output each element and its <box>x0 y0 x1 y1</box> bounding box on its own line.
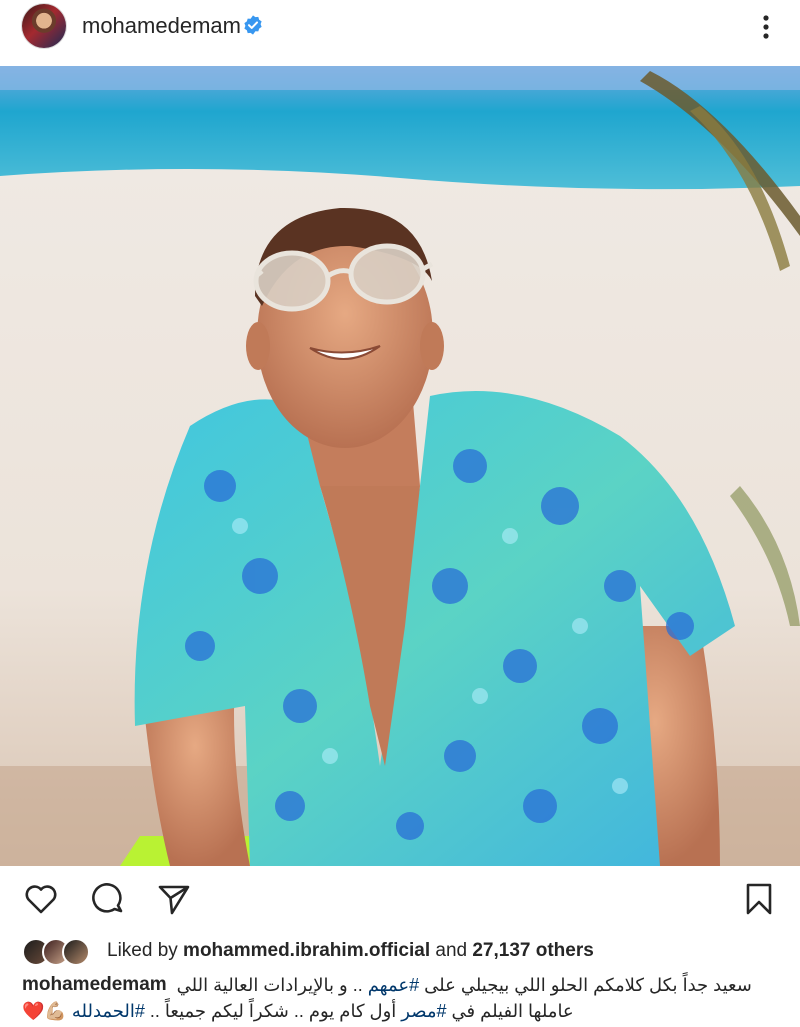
bookmark-icon[interactable] <box>741 881 777 917</box>
avatar <box>62 938 90 966</box>
photo-illustration <box>0 66 800 866</box>
caption-line-1: mohamedemam سعيد جداً بكل كلامكم الحلو ا… <box>22 972 782 998</box>
hashtag-link[interactable]: #مصر <box>401 1001 446 1021</box>
liker-avatars[interactable] <box>22 938 98 966</box>
comment-icon[interactable] <box>90 881 126 917</box>
more-vertical-icon[interactable] <box>756 10 776 44</box>
send-icon[interactable] <box>156 881 192 917</box>
caption-line-2: عاملها الفيلم في #مصر أول كام يوم .. شكر… <box>22 998 782 1024</box>
likes-prefix: Liked by <box>107 940 184 961</box>
post-photo[interactable] <box>0 66 800 866</box>
liker-username[interactable]: mohammed.ibrahim.official <box>183 940 430 961</box>
hashtag-link[interactable]: #الحمدلله <box>72 1001 145 1021</box>
caption-segment: عاملها الفيلم في <box>446 1001 574 1021</box>
caption: mohamedemam سعيد جداً بكل كلامكم الحلو ا… <box>22 972 782 1024</box>
caption-text-1: سعيد جداً بكل كلامكم الحلو اللي بيجيلي ع… <box>177 972 752 998</box>
heart-outline-icon[interactable] <box>23 881 59 917</box>
likes-row: Liked by mohammed.ibrahim.official and 2… <box>22 938 782 966</box>
username[interactable]: mohamedemam <box>82 13 241 39</box>
caption-segment: سعيد جداً بكل كلامكم الحلو اللي بيجيلي ع… <box>419 975 752 995</box>
hashtag-link[interactable]: #عمهم <box>368 975 419 995</box>
verified-badge-icon <box>244 15 262 35</box>
avatar[interactable] <box>22 4 66 48</box>
caption-segment: .. و بالإيرادات العالية اللي <box>176 975 368 995</box>
caption-segment: أول كام يوم .. شكراً ليكم جميعاً .. <box>144 1001 402 1021</box>
likes-text[interactable]: Liked by mohammed.ibrahim.official and 2… <box>107 940 594 962</box>
emoji: 💪🏼❤️ <box>22 1001 67 1021</box>
caption-username[interactable]: mohamedemam <box>22 972 167 998</box>
likes-middle: and <box>430 940 473 961</box>
post-header: mohamedemam <box>0 0 800 66</box>
likes-count[interactable]: 27,137 others <box>472 940 593 961</box>
